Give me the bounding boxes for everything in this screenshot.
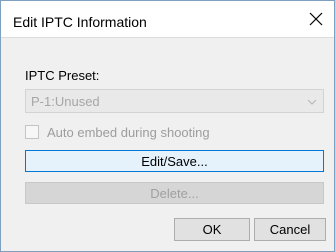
- iptc-preset-select[interactable]: P-1:Unused: [25, 89, 324, 113]
- iptc-preset-label: IPTC Preset:: [25, 68, 100, 83]
- title-bar: Edit IPTC Information: [1, 1, 334, 38]
- auto-embed-checkbox[interactable]: [25, 125, 39, 139]
- edit-iptc-dialog: Edit IPTC Information IPTC Preset: P-1:U…: [0, 0, 335, 252]
- cancel-button[interactable]: Cancel: [254, 218, 326, 241]
- auto-embed-row[interactable]: Auto embed during shooting: [25, 122, 210, 142]
- close-button[interactable]: [304, 7, 328, 31]
- ok-button[interactable]: OK: [174, 218, 250, 241]
- delete-button[interactable]: Delete...: [25, 182, 324, 204]
- dialog-title: Edit IPTC Information: [13, 14, 147, 30]
- close-icon: [309, 12, 323, 26]
- edit-save-button[interactable]: Edit/Save...: [25, 150, 324, 172]
- chevron-down-icon: [306, 95, 318, 113]
- iptc-preset-value: P-1:Unused: [31, 94, 100, 109]
- auto-embed-label: Auto embed during shooting: [47, 124, 210, 140]
